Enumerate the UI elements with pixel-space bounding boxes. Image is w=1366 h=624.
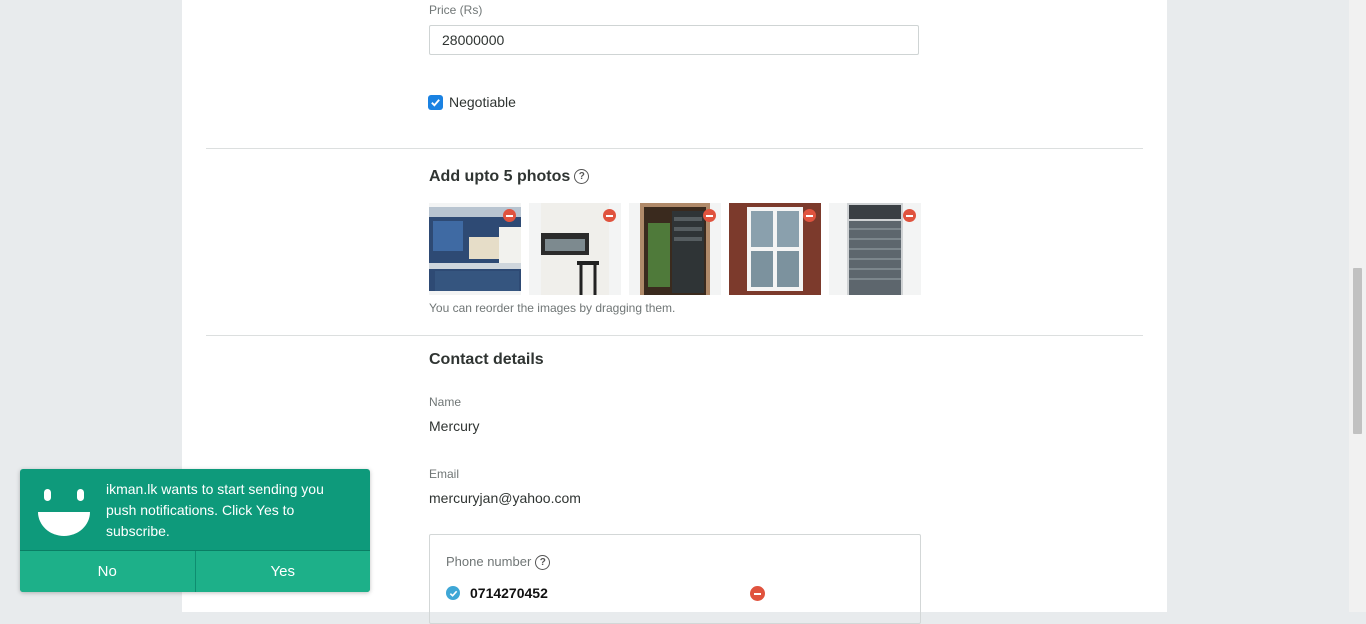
photos-section-title: Add upto 5 photos?: [429, 168, 590, 186]
contact-section-title: Contact details: [429, 351, 544, 368]
check-circle-icon: [446, 586, 460, 600]
remove-phone-button[interactable]: [750, 586, 765, 601]
minus-circle-icon[interactable]: [603, 209, 616, 222]
negotiable-checkbox[interactable]: Negotiable: [429, 94, 516, 110]
photo-thumb-roller-door[interactable]: [829, 203, 921, 295]
minus-circle-icon[interactable]: [703, 209, 716, 222]
roller-door-photo: [847, 203, 903, 295]
notification-buttons: No Yes: [20, 550, 370, 592]
scrollbar-thumb[interactable]: [1353, 268, 1362, 434]
window-photo: [541, 203, 609, 295]
photo-thumb-window[interactable]: [529, 203, 621, 295]
email-label: Email: [429, 467, 460, 481]
phone-row: 0714270452: [446, 585, 548, 601]
yes-button[interactable]: Yes: [194, 551, 370, 592]
photos-hint: You can reorder the images by dragging t…: [429, 301, 676, 315]
minus-circle-icon[interactable]: [903, 209, 916, 222]
price-label: Price (Rs): [429, 3, 483, 17]
price-input[interactable]: [429, 25, 919, 55]
phone-box: Phone number? 0714270452: [429, 534, 921, 624]
door-photo: [640, 203, 710, 295]
phone-label-row: Phone number?: [446, 554, 551, 571]
photo-thumb-sash-window[interactable]: [729, 203, 821, 295]
question-circle-icon[interactable]: ?: [535, 555, 551, 571]
email-value: mercuryjan@yahoo.com: [429, 490, 581, 506]
question-circle-icon[interactable]: ?: [574, 169, 590, 185]
name-label: Name: [429, 395, 462, 409]
scrollbar[interactable]: [1349, 0, 1366, 612]
no-button[interactable]: No: [20, 551, 195, 592]
photo-list: [429, 203, 921, 295]
notification-message: ikman.lk wants to start sending you push…: [106, 481, 324, 539]
phone-value: 0714270452: [470, 585, 548, 601]
minus-circle-icon[interactable]: [803, 209, 816, 222]
push-notification-prompt: ikman.lk wants to start sending you push…: [20, 469, 370, 592]
photo-thumb-kitchen[interactable]: [429, 203, 521, 295]
divider: [206, 335, 1143, 336]
smiley-icon: [38, 489, 90, 536]
name-value: Mercury: [429, 418, 480, 434]
phone-label: Phone number: [446, 554, 532, 569]
photos-title: Add upto 5 photos: [429, 168, 571, 185]
photo-thumb-door[interactable]: [629, 203, 721, 295]
negotiable-label: Negotiable: [449, 94, 516, 110]
divider: [206, 148, 1143, 149]
minus-circle-icon[interactable]: [503, 209, 516, 222]
checkbox-checked-icon[interactable]: [429, 95, 442, 109]
